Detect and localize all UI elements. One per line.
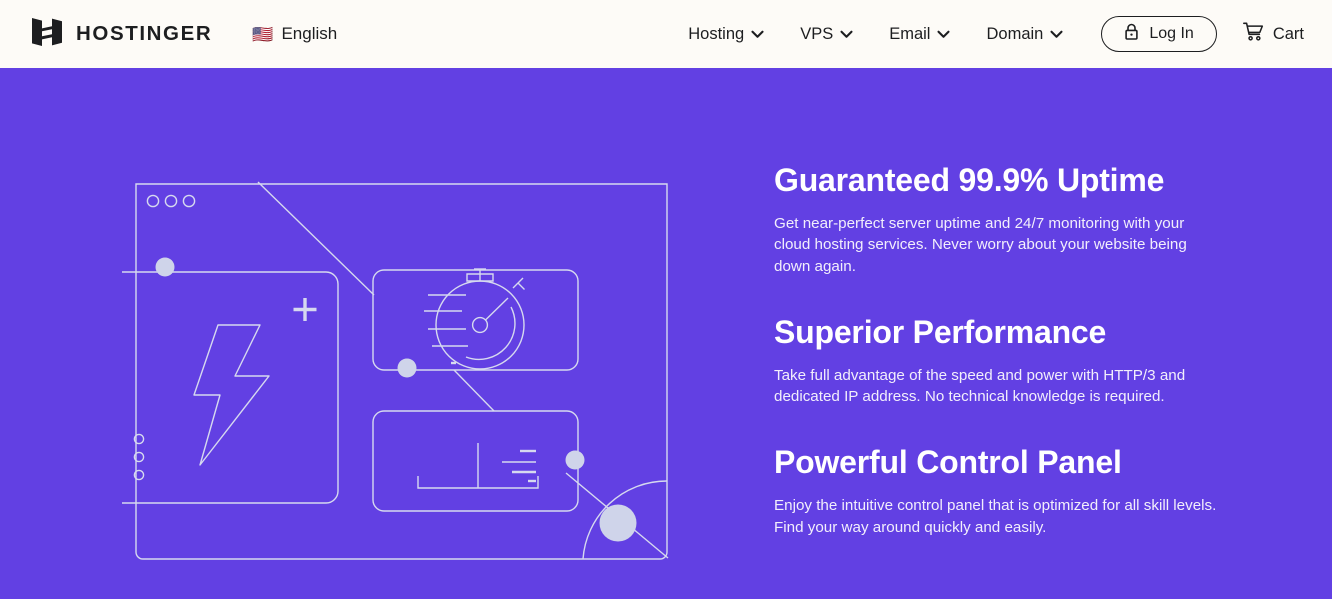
- dashboard-card: [372, 410, 579, 512]
- primary-navigation: Hosting VPS Email Domain: [688, 25, 1063, 44]
- chevron-down-icon: [937, 25, 951, 44]
- hero-feature-list: Guaranteed 99.9% Uptime Get near-perfect…: [774, 162, 1222, 538]
- feature-title: Powerful Control Panel: [774, 444, 1122, 481]
- feature-description: Take full advantage of the speed and pow…: [774, 366, 1186, 406]
- traffic-light-dot: [164, 194, 178, 208]
- brand-wordmark: HOSTINGER: [76, 21, 213, 45]
- traffic-light-dot: [182, 194, 196, 208]
- accent-dot-large: [599, 504, 637, 542]
- diagonal-connector-line: [257, 181, 375, 296]
- feature-description: Enjoy the intuitive control panel that i…: [774, 496, 1217, 536]
- feature-block-performance: Superior Performance Take full advantage…: [774, 314, 1222, 408]
- nav-item-domain[interactable]: Domain: [986, 25, 1063, 44]
- language-label: English: [281, 24, 338, 43]
- feature-block-control-panel: Powerful Control Panel Enjoy the intuiti…: [774, 444, 1222, 538]
- lock-icon: [1124, 23, 1139, 46]
- nav-item-label: Domain: [986, 24, 1044, 43]
- nav-item-label: VPS: [800, 24, 834, 43]
- traffic-light-dot: [146, 194, 160, 208]
- cart-button[interactable]: Cart: [1242, 22, 1304, 47]
- cart-label: Cart: [1272, 24, 1304, 43]
- chevron-down-icon: [751, 25, 764, 44]
- hero-section: Guaranteed 99.9% Uptime Get near-perfect…: [0, 68, 1332, 599]
- chevron-down-icon: [840, 25, 853, 44]
- accent-dot-small: [155, 257, 175, 277]
- lightning-bolt-icon: [193, 324, 270, 466]
- feature-block-uptime: Guaranteed 99.9% Uptime Get near-perfect…: [774, 162, 1222, 278]
- hostinger-h-logo-icon: [30, 17, 64, 52]
- diagonal-connector-line: [453, 369, 495, 412]
- cloud-hosting-line-illustration: [122, 173, 682, 563]
- log-in-label: Log In: [1149, 25, 1194, 42]
- feature-title: Guaranteed 99.9% Uptime: [774, 162, 1165, 198]
- site-header: HOSTINGER 🇺🇸 English Hosting VPS Email D…: [0, 0, 1332, 68]
- feature-description: Get near-perfect server uptime and 24/7 …: [774, 214, 1187, 276]
- nav-item-vps[interactable]: VPS: [800, 25, 853, 44]
- header-actions: Log In Cart: [1101, 16, 1304, 52]
- plus-icon: [293, 298, 317, 321]
- nav-item-email[interactable]: Email: [889, 24, 951, 44]
- nav-item-label: Hosting: [688, 24, 745, 43]
- nav-item-label: Email: [889, 24, 931, 43]
- accent-dot-small: [397, 358, 417, 378]
- log-in-button[interactable]: Log In: [1101, 16, 1217, 52]
- stopwatch-icon: [424, 268, 525, 370]
- nav-item-hosting[interactable]: Hosting: [688, 25, 764, 44]
- shopping-cart-icon: [1242, 22, 1264, 47]
- brand-logo[interactable]: HOSTINGER: [30, 17, 212, 52]
- accent-dot-small: [565, 450, 585, 470]
- language-selector[interactable]: 🇺🇸 English: [252, 24, 337, 44]
- feature-title: Superior Performance: [774, 313, 1107, 350]
- dashboard-chart-icon: [417, 443, 539, 489]
- us-flag-icon: 🇺🇸: [252, 24, 274, 44]
- chevron-down-icon: [1050, 25, 1063, 44]
